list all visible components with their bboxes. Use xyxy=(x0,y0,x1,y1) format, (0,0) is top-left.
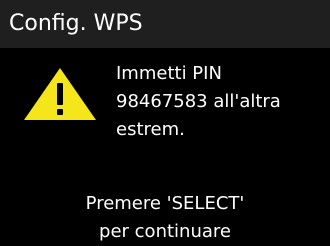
wps-config-screen: Config. WPS Immetti PIN 98467583 all'alt… xyxy=(0,0,330,246)
continue-prompt: Premere 'SELECT' per continuare xyxy=(0,190,330,246)
pin-message: Immetti PIN 98467583 all'altra estrem. xyxy=(116,60,326,144)
message-line-2: 98467583 all'altra xyxy=(116,91,281,112)
title-bar: Config. WPS xyxy=(0,0,330,48)
warning-icon xyxy=(24,68,96,120)
prompt-line-2: per continuare xyxy=(99,221,231,242)
prompt-line-1: Premere 'SELECT' xyxy=(85,193,245,214)
screen-title: Config. WPS xyxy=(9,11,143,36)
message-line-3: estrem. xyxy=(116,119,185,140)
message-line-1: Immetti PIN xyxy=(116,63,222,84)
